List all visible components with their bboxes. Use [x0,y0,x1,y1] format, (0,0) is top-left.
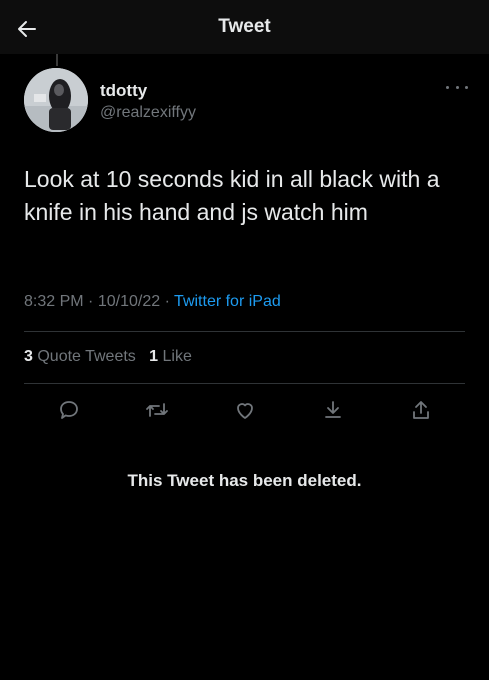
bookmark-button[interactable] [319,396,347,424]
retweet-icon [146,403,168,417]
action-bar [0,396,489,424]
top-bar: Tweet [0,0,489,54]
bookmark-icon [325,401,341,418]
divider [24,383,465,384]
like-count: 1 [149,348,159,365]
thread-line [56,54,58,66]
like-label: Like [162,348,192,365]
retweet-button[interactable] [143,396,171,424]
author-name[interactable]: tdotty [100,81,147,101]
share-icon [413,401,429,419]
meta-separator: · [88,293,94,310]
likes-stat[interactable]: 1 Like [149,348,192,365]
meta-separator: · [164,293,170,310]
deleted-tweet-notice: This Tweet has been deleted. [127,471,362,490]
tweet-date[interactable]: 10/10/22 [98,293,160,310]
avatar[interactable] [24,68,88,132]
more-options-icon[interactable] [446,80,468,94]
reply-icon [60,401,78,419]
like-icon [237,403,253,419]
quote-tweets-stat[interactable]: 3 Quote Tweets [24,348,136,365]
tweet-meta: 8:32 PM · 10/10/22 · Twitter for iPad [24,293,281,311]
tweet-source[interactable]: Twitter for iPad [174,293,281,310]
page-title: Tweet [218,16,271,37]
engagement-stats: 3 Quote Tweets 1 Like [24,348,192,366]
author-handle[interactable]: @realzexiffyy [100,104,196,122]
reply-button[interactable] [55,396,83,424]
tweet-time[interactable]: 8:32 PM [24,293,84,310]
divider [24,331,465,332]
quote-label: Quote Tweets [37,348,136,365]
tweet-text: Look at 10 seconds kid in all black with… [24,166,440,225]
quote-count: 3 [24,348,33,365]
like-button[interactable] [231,396,259,424]
share-button[interactable] [407,396,435,424]
